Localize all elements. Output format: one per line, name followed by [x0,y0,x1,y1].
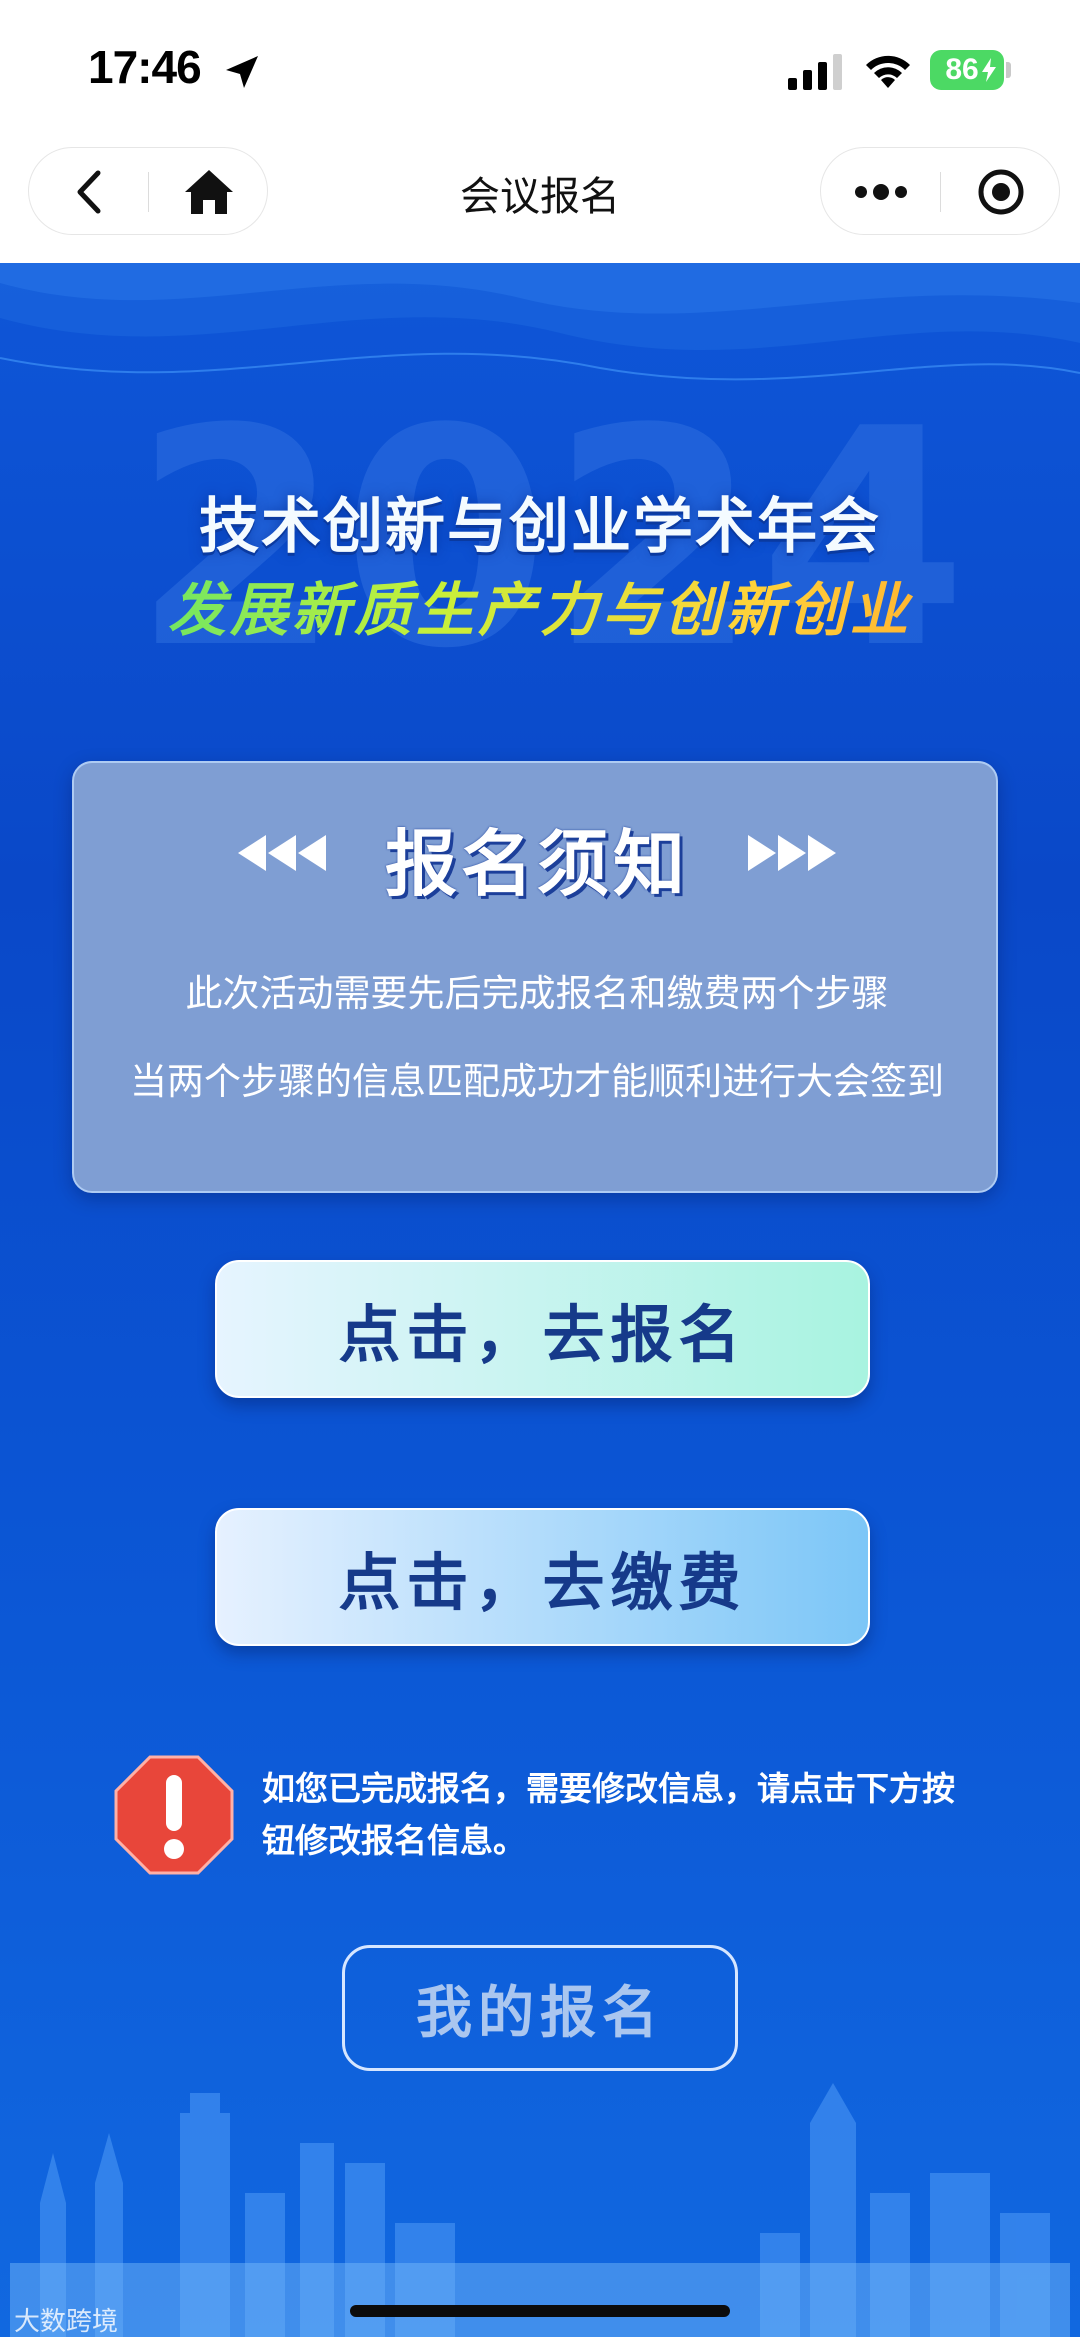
warning-exclamation-icon [114,1755,234,1875]
wave-decoration [0,263,1080,381]
notice-line-1: 此次活动需要先后完成报名和缴费两个步骤 [185,972,889,1015]
wifi-icon [866,55,910,88]
more-button[interactable] [821,148,940,236]
app-root: 17:46 86 会议报名 2024 技术创新与创业学术年会 发展新质生产力与创… [0,0,1080,2337]
home-icon [184,170,233,214]
nav-bar: 会议报名 [0,140,1080,263]
notice-card: 报名须知 此次活动需要先后完成报名和缴费两个步骤 当两个步骤的信息匹配成功才能顺… [72,761,998,1193]
status-time: 17:46 [88,41,202,93]
location-arrow-icon [226,56,258,88]
home-indicator[interactable] [350,2305,730,2317]
battery-indicator: 86 [930,50,1004,90]
cellular-signal-icon [788,54,842,90]
nav-left-capsule [28,147,268,235]
battery-cap [1006,62,1011,78]
more-dots-icon [854,184,907,200]
watermark-text: 大数跨境 [14,2307,119,2337]
modify-info-tip: 如您已完成报名，需要修改信息，请点击下方按钮修改报名信息。 [262,1769,955,1860]
register-button[interactable]: 点击，去报名 [215,1260,870,1398]
back-button[interactable] [29,148,148,236]
target-close-icon [978,169,1023,215]
nav-right-capsule [820,147,1060,235]
battery-level: 86 [945,53,979,86]
event-headline: 技术创新与创业学术年会 [199,492,881,562]
notice-line-2: 当两个步骤的信息匹配成功才能顺利进行大会签到 [130,1060,944,1103]
close-miniprogram-button[interactable] [941,148,1060,236]
pay-button[interactable]: 点击，去缴费 [215,1508,870,1646]
arrows-right-icon [748,835,836,871]
my-registration-button[interactable]: 我的报名 [342,1945,738,2071]
main-content: 2024 技术创新与创业学术年会 发展新质生产力与创新创业 报名须知 此次活动需… [0,263,1080,2337]
home-button[interactable] [149,148,268,236]
battery-charging-icon [982,58,996,82]
chevron-left-icon [77,170,100,214]
city-skyline-graphic [10,2083,1070,2337]
notice-title: 报名须知 [384,822,689,906]
page-title: 会议报名 [460,174,620,220]
status-bar: 17:46 86 [0,0,1080,140]
event-slogan: 发展新质生产力与创新创业 [0,563,1080,647]
